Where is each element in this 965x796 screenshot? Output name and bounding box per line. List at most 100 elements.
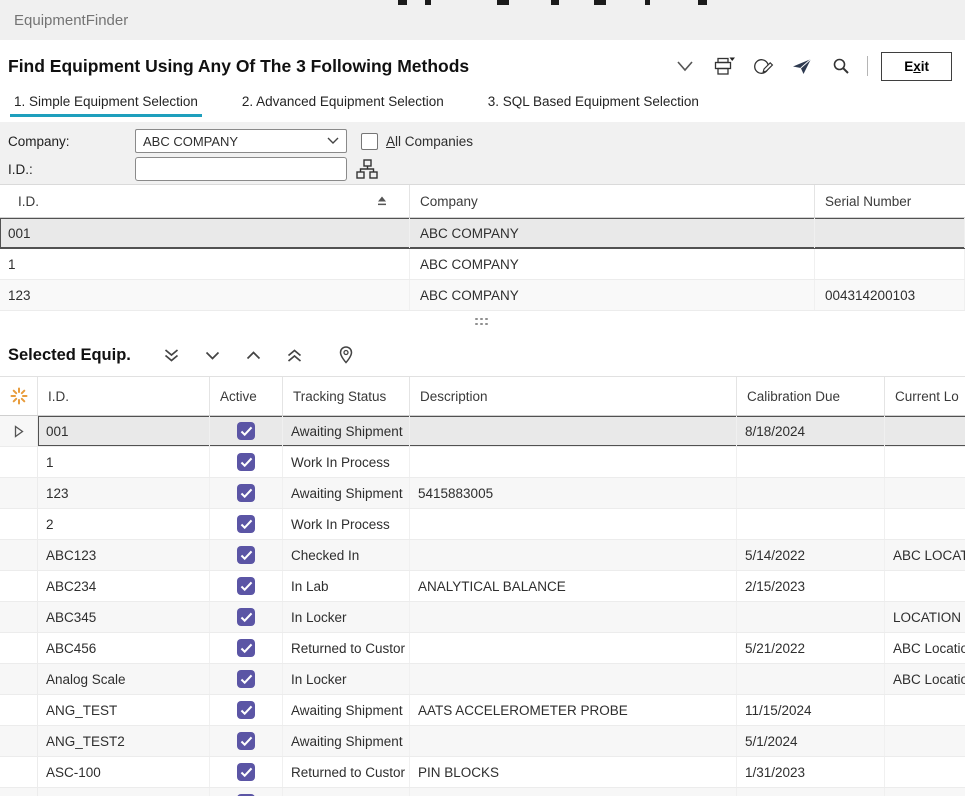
equip-grid-row[interactable]: ABC345In LockerLOCATION	[0, 602, 965, 633]
results-cell-company: ABC COMPANY	[410, 249, 815, 279]
active-checkbox[interactable]	[237, 453, 255, 471]
equip-grid-row[interactable]: ANG_TESTAwaiting ShipmentAATS ACCELEROME…	[0, 695, 965, 726]
column-header-active[interactable]: Active	[210, 377, 283, 415]
equip-grid-row[interactable]: ABC456Returned to Custor5/21/2022ABC Loc…	[0, 633, 965, 664]
equip-row-main: 2Work In Process	[38, 509, 965, 540]
company-select[interactable]: ABC COMPANY	[135, 129, 347, 153]
column-header-serial-number[interactable]: Serial Number	[815, 185, 965, 217]
row-selector-cell[interactable]	[0, 447, 38, 478]
equip-cell-id: ABC123	[38, 540, 210, 570]
column-header-id[interactable]: I.D.	[38, 377, 210, 415]
equip-grid-row[interactable]: Analog ScaleIn LockerABC Locatio	[0, 664, 965, 695]
all-companies-checkbox[interactable]	[361, 133, 378, 150]
equip-cell-calibration-due: 5/21/2022	[737, 633, 885, 663]
equip-grid-row[interactable]: ANG_TEST2Awaiting Shipment5/1/2024	[0, 726, 965, 757]
printer-icon[interactable]	[711, 53, 737, 79]
equip-cell-tracking-status: Returned to Custor	[283, 633, 410, 663]
row-selector-cell[interactable]	[0, 633, 38, 664]
chevron-down-icon[interactable]	[200, 342, 226, 368]
tab-simple-equipment-selection[interactable]: 1. Simple Equipment Selection	[10, 92, 202, 117]
equip-grid-row[interactable]: ASC-100Returned to CustorPIN BLOCKS1/31/…	[0, 757, 965, 788]
equip-grid-row[interactable]	[0, 788, 965, 796]
equip-grid-row[interactable]: 1Work In Process	[0, 447, 965, 478]
row-selector-cell[interactable]	[0, 664, 38, 695]
equip-cell-calibration-due: 8/18/2024	[737, 416, 885, 446]
equip-cell-id: ABC456	[38, 633, 210, 663]
location-pin-icon[interactable]	[333, 342, 359, 368]
row-selector-cell[interactable]	[0, 695, 38, 726]
active-checkbox[interactable]	[237, 639, 255, 657]
double-chevron-down-icon[interactable]	[159, 342, 185, 368]
row-selector-cell[interactable]	[0, 602, 38, 633]
equip-grid-row[interactable]: ABC234In LabANALYTICAL BALANCE2/15/2023	[0, 571, 965, 602]
active-checkbox[interactable]	[237, 701, 255, 719]
tab-sql-based-equipment-selection[interactable]: 3. SQL Based Equipment Selection	[484, 92, 703, 117]
equip-cell-description	[410, 726, 737, 756]
row-selector-cell[interactable]	[0, 416, 38, 447]
active-checkbox[interactable]	[237, 515, 255, 533]
results-grid: I.D. Company Serial Number 001ABC COMPAN…	[0, 184, 965, 311]
column-header-company[interactable]: Company	[410, 185, 815, 217]
active-checkbox[interactable]	[237, 608, 255, 626]
active-checkbox[interactable]	[237, 546, 255, 564]
exit-button[interactable]: Exit	[881, 52, 952, 81]
equip-cell-id: 2	[38, 509, 210, 539]
results-grid-row[interactable]: 123ABC COMPANY004314200103	[0, 280, 965, 311]
edit-circle-icon[interactable]	[750, 53, 776, 79]
equip-cell-tracking-status: In Locker	[283, 602, 410, 632]
column-header-calibration-due[interactable]: Calibration Due	[737, 377, 885, 415]
tab-advanced-equipment-selection[interactable]: 2. Advanced Equipment Selection	[238, 92, 448, 117]
equip-row-main: ABC456Returned to Custor5/21/2022ABC Loc…	[38, 633, 965, 664]
results-cell-id: 001	[0, 218, 410, 248]
active-checkbox[interactable]	[237, 422, 255, 440]
equip-cell-tracking-status: Work In Process	[283, 447, 410, 477]
window-title: EquipmentFinder	[14, 12, 128, 29]
active-checkbox[interactable]	[237, 732, 255, 750]
row-selector-cell[interactable]	[0, 478, 38, 509]
row-selector-cell[interactable]	[0, 788, 38, 796]
equip-cell-calibration-due	[737, 602, 885, 632]
org-chart-icon[interactable]	[356, 159, 378, 179]
dropdown-chevron-icon[interactable]	[672, 53, 698, 79]
filter-panel: Company: ABC COMPANY All Companies I.D.:	[0, 122, 965, 184]
chevron-up-icon[interactable]	[241, 342, 267, 368]
active-checkbox[interactable]	[237, 484, 255, 502]
results-cell-company: ABC COMPANY	[410, 218, 815, 248]
row-selector-cell[interactable]	[0, 571, 38, 602]
equip-grid-row[interactable]: 001Awaiting Shipment8/18/2024	[0, 416, 965, 447]
active-checkbox[interactable]	[237, 577, 255, 595]
screen-artifact	[425, 0, 431, 5]
equip-cell-current-location	[885, 757, 965, 787]
column-header-description[interactable]: Description	[410, 377, 737, 415]
active-checkbox[interactable]	[237, 670, 255, 688]
send-icon[interactable]	[789, 53, 815, 79]
grid-corner-cell[interactable]	[0, 377, 38, 415]
equip-cell-active	[210, 602, 283, 632]
equip-cell-calibration-due	[737, 509, 885, 539]
column-header-current-location[interactable]: Current Lo	[885, 377, 965, 415]
equip-cell-calibration-due	[737, 664, 885, 694]
column-header-id[interactable]: I.D.	[0, 185, 410, 217]
equip-grid-row[interactable]: 2Work In Process	[0, 509, 965, 540]
equip-cell-current-location	[885, 416, 965, 446]
splitter-handle[interactable]	[0, 311, 965, 334]
row-selector-cell[interactable]	[0, 509, 38, 540]
equip-cell-tracking-status: Awaiting Shipment	[283, 416, 410, 446]
results-grid-row[interactable]: 1ABC COMPANY	[0, 249, 965, 280]
active-checkbox[interactable]	[237, 763, 255, 781]
id-input[interactable]	[135, 157, 347, 181]
search-icon[interactable]	[828, 53, 854, 79]
row-selector-cell[interactable]	[0, 540, 38, 571]
row-selector-cell[interactable]	[0, 726, 38, 757]
equip-grid-row[interactable]: 123Awaiting Shipment5415883005	[0, 478, 965, 509]
row-selector-cell[interactable]	[0, 757, 38, 788]
equip-cell-id: 123	[38, 478, 210, 508]
double-chevron-up-icon[interactable]	[282, 342, 308, 368]
toolbar: Find Equipment Using Any Of The 3 Follow…	[0, 40, 965, 92]
results-grid-row[interactable]: 001ABC COMPANY	[0, 218, 965, 249]
id-label: I.D.:	[8, 162, 135, 177]
equip-grid-row[interactable]: ABC123Checked In5/14/2022ABC LOCAT	[0, 540, 965, 571]
equip-grid: I.D. Active Tracking Status Description …	[0, 376, 965, 796]
equip-cell-current-location	[885, 447, 965, 477]
column-header-tracking-status[interactable]: Tracking Status	[283, 377, 410, 415]
